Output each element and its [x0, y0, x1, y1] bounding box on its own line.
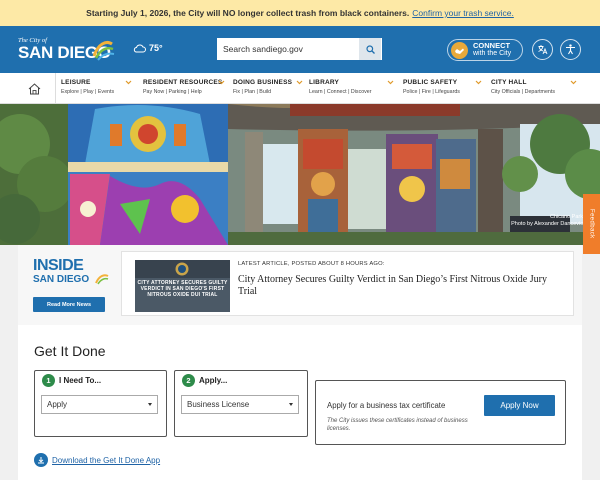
download-app-text[interactable]: Download the Get It Done App: [52, 456, 160, 465]
step-number-1: 1: [42, 374, 55, 387]
nav-item-public-safety[interactable]: PUBLIC SAFETY Police | Fire | Lifeguards: [403, 79, 482, 95]
download-app-link[interactable]: Download the Get It Done App: [34, 453, 160, 467]
nav-item-leisure[interactable]: LEISURE Explore | Play | Events: [61, 79, 132, 95]
apply-now-button[interactable]: Apply Now: [484, 395, 555, 416]
chevron-down-icon: [475, 80, 482, 85]
caption-line2: Photo by Alexander Dancevic: [511, 221, 583, 227]
step-need-to: 1 I Need To... Apply: [34, 370, 167, 437]
translate-icon: [538, 45, 548, 55]
logo-wave-icon: [95, 274, 109, 285]
connect-line2: with the City: [473, 50, 512, 57]
nav-label: LEISURE: [61, 79, 91, 86]
inside-san-diego-section: INSIDE SAN DIEGO Read More News CITY ATT…: [18, 245, 582, 325]
site-header: The City of SAN DIEGO 75° CONNECT with: [0, 26, 600, 73]
search-input[interactable]: [217, 38, 359, 60]
nav-label: LIBRARY: [309, 79, 340, 86]
nav-item-city-hall[interactable]: CITY HALL City Officials | Departments: [491, 79, 577, 95]
read-more-news-button[interactable]: Read More News: [33, 297, 105, 312]
nav-item-library[interactable]: LIBRARY Learn | Connect | Discover: [309, 79, 394, 95]
chicano-park-mural-photo: [0, 104, 600, 245]
nav-label: RESIDENT RESOURCES: [143, 79, 223, 86]
result-title: Apply for a business tax certificate: [327, 401, 446, 410]
nav-label: DOING BUSINESS: [233, 79, 293, 86]
hero-image: Chicano Park Photo by Alexander Dancevic: [0, 104, 600, 245]
apply-selected-value: Business License: [187, 400, 250, 409]
search-bar: [217, 38, 382, 60]
latest-article-card[interactable]: CITY ATTORNEY SECURES GUILTY VERDICT IN …: [121, 251, 574, 316]
thumbnail-headline: CITY ATTORNEY SECURES GUILTY VERDICT IN …: [137, 280, 228, 298]
nav-sublabel: Police | Fire | Lifeguards: [403, 89, 460, 95]
nav-label: PUBLIC SAFETY: [403, 79, 458, 86]
confirm-trash-link[interactable]: Confirm your trash service.: [412, 8, 514, 18]
nav-item-doing-business[interactable]: DOING BUSINESS Fix | Plan | Build: [233, 79, 303, 95]
caption-line1: Chicano Park: [549, 214, 583, 220]
nav-sublabel: Pay Now | Parking | Help: [143, 89, 202, 95]
get-it-done-title: Get It Done: [34, 343, 106, 359]
result-note: The City issues these certificates inste…: [327, 418, 468, 432]
alert-message: Starting July 1, 2026, the City will NO …: [86, 8, 410, 18]
dropdown-caret-icon: [148, 403, 152, 406]
connect-line1: CONNECT: [473, 41, 511, 50]
nav-label: CITY HALL: [491, 79, 527, 86]
chevron-down-icon: [125, 80, 132, 85]
apply-select[interactable]: Business License: [181, 395, 299, 414]
inside-san-diego-logo[interactable]: INSIDE SAN DIEGO: [33, 257, 109, 285]
connect-hand-icon: [451, 41, 468, 59]
step1-label: I Need To...: [59, 376, 102, 385]
photo-caption: Chicano Park Photo by Alexander Dancevic: [511, 214, 583, 228]
search-button[interactable]: [359, 38, 381, 60]
step-number-2: 2: [182, 374, 195, 387]
nav-sublabel: City Officials | Departments: [491, 89, 555, 95]
need-to-select[interactable]: Apply: [41, 395, 158, 414]
inside-logo-line1: INSIDE: [33, 257, 84, 274]
temperature: 75°: [149, 43, 163, 53]
download-icon: [34, 453, 48, 467]
nav-sublabel: Explore | Play | Events: [61, 89, 115, 95]
accessibility-button[interactable]: [560, 39, 581, 60]
result-panel: Apply for a business tax certificate The…: [315, 380, 566, 445]
home-icon: [28, 83, 41, 95]
need-to-selected-value: Apply: [47, 400, 68, 409]
article-thumbnail: CITY ATTORNEY SECURES GUILTY VERDICT IN …: [135, 260, 230, 312]
feedback-tab[interactable]: Feedback: [583, 194, 600, 254]
search-icon: [365, 44, 375, 54]
article-meta: LATEST ARTICLE, POSTED ABOUT 8 HOURS AGO…: [238, 261, 385, 267]
main-nav: LEISURE Explore | Play | Events RESIDENT…: [0, 73, 600, 104]
get-it-done-section: Get It Done 1 I Need To... Apply 2 Apply…: [18, 325, 582, 480]
dropdown-caret-icon: [289, 403, 293, 406]
nav-sublabel: Learn | Connect | Discover: [309, 89, 372, 95]
weather-widget: 75°: [133, 43, 163, 53]
translate-button[interactable]: [532, 39, 553, 60]
chevron-down-icon: [387, 80, 394, 85]
cloud-icon: [133, 44, 146, 52]
chevron-down-icon: [296, 80, 303, 85]
accessibility-icon: [566, 44, 575, 55]
chevron-down-icon: [570, 80, 577, 85]
nav-divider: [55, 73, 56, 104]
nav-sublabel: Fix | Plan | Build: [233, 89, 272, 95]
chevron-down-icon: [218, 80, 225, 85]
step2-label: Apply...: [199, 376, 228, 385]
article-title[interactable]: City Attorney Secures Guilty Verdict in …: [238, 274, 568, 298]
step-apply: 2 Apply... Business License: [174, 370, 308, 437]
logo-wave-icon: [92, 41, 115, 61]
inside-logo-line2: SAN DIEGO: [33, 274, 90, 285]
nav-item-resident-resources[interactable]: RESIDENT RESOURCES Pay Now | Parking | H…: [143, 79, 225, 95]
connect-button[interactable]: CONNECT with the City: [447, 39, 523, 61]
alert-banner: Starting July 1, 2026, the City will NO …: [0, 0, 600, 26]
home-button[interactable]: [28, 82, 41, 100]
